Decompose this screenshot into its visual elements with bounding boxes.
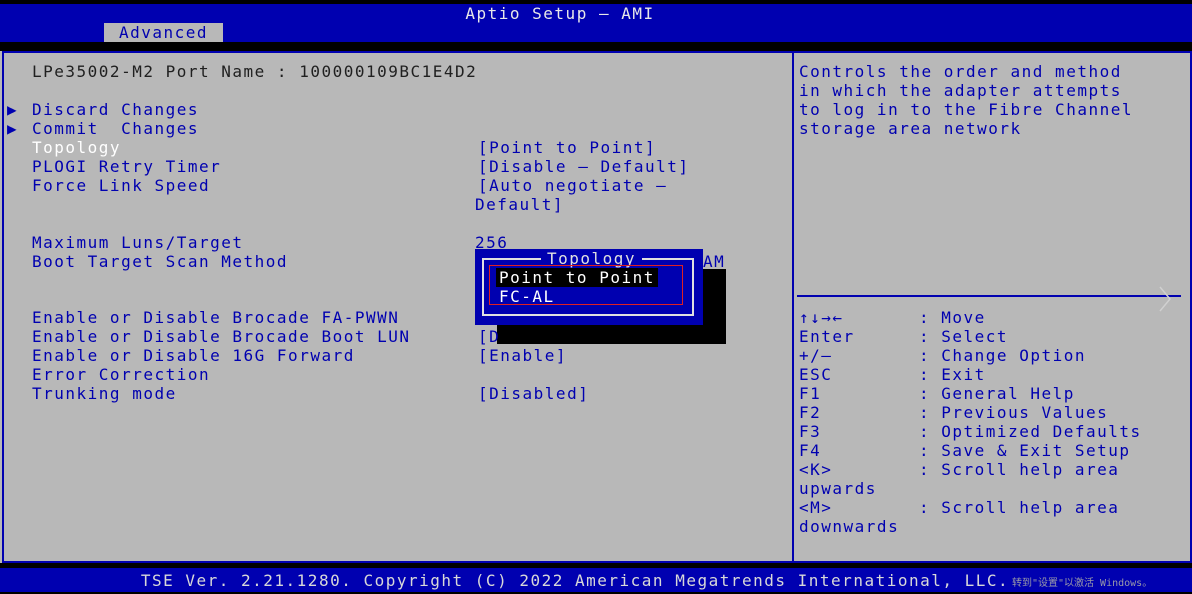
tab-advanced[interactable]: Advanced <box>104 23 223 42</box>
key-f1-desc: : General Help <box>919 384 1075 403</box>
topology-label[interactable]: Topology <box>32 138 121 157</box>
key-k-desc: : Scroll help area <box>919 460 1120 479</box>
option-point-to-point[interactable]: Point to Point <box>496 268 658 287</box>
discard-changes-item[interactable]: Discard Changes <box>32 100 199 119</box>
topology-value[interactable]: [Point to Point] <box>478 138 656 157</box>
option-fc-al[interactable]: FC-AL <box>499 287 555 306</box>
key-move: ↑↓→← <box>799 308 844 327</box>
key-change-desc: : Change Option <box>919 346 1086 365</box>
key-f3-desc: : Optimized Defaults <box>919 422 1142 441</box>
brocade-boot-lun-value[interactable]: [D <box>478 327 500 346</box>
trunking-mode-label[interactable]: Trunking mode <box>32 384 177 403</box>
submenu-arrow-icon: ▶ <box>7 100 19 119</box>
help-line: to log in to the Fibre Channel <box>799 100 1133 119</box>
submenu-arrow-icon: ▶ <box>7 119 19 138</box>
brocade-boot-lun-label[interactable]: Enable or Disable Brocade Boot LUN <box>32 327 411 346</box>
key-esc: ESC <box>799 365 833 384</box>
force-link-speed-value[interactable]: [Auto negotiate – <box>478 176 667 195</box>
boot-target-scan-label[interactable]: Boot Target Scan Method <box>32 252 288 271</box>
key-move-desc: : Move <box>919 308 986 327</box>
key-f1: F1 <box>799 384 822 403</box>
help-line: storage area network <box>799 119 1022 138</box>
key-enter-desc: : Select <box>919 327 1009 346</box>
activation-watermark: 转到"设置"以激活 Windows。 <box>1012 578 1153 589</box>
key-f2-desc: : Previous Values <box>919 403 1109 422</box>
app-title: Aptio Setup – AMI <box>465 4 655 23</box>
key-f3: F3 <box>799 422 822 441</box>
brocade-fa-pwwn-label[interactable]: Enable or Disable Brocade FA-PWWN <box>32 308 399 327</box>
help-line: Controls the order and method <box>799 62 1122 81</box>
trunking-mode-value[interactable]: [Disabled] <box>478 384 589 403</box>
key-enter: Enter <box>799 327 855 346</box>
key-change: +/– <box>799 346 833 365</box>
commit-changes-item[interactable]: Commit Changes <box>32 119 199 138</box>
key-k: <K> <box>799 460 833 479</box>
copyright-text: TSE Ver. 2.21.1280. Copyright (C) 2022 A… <box>140 571 1010 590</box>
key-f2: F2 <box>799 403 822 422</box>
key-f4-desc: : Save & Exit Setup <box>919 441 1131 460</box>
force-link-speed-value-cont: Default] <box>475 195 565 214</box>
key-k-desc-cont: upwards <box>799 479 877 498</box>
key-m-desc-cont: downwards <box>799 517 900 536</box>
help-line: in which the adapter attempts <box>799 81 1122 100</box>
plogi-retry-timer-label[interactable]: PLOGI Retry Timer <box>32 157 221 176</box>
port-name-label: LPe35002-M2 Port Name : 100000109BC1E4D2 <box>32 62 478 81</box>
key-m: <M> <box>799 498 833 517</box>
force-link-speed-label[interactable]: Force Link Speed <box>32 176 210 195</box>
plogi-retry-timer-value[interactable]: [Disable – Default] <box>478 157 690 176</box>
chevron-right-icon <box>1159 286 1171 312</box>
key-m-desc: : Scroll help area <box>919 498 1120 517</box>
key-esc-desc: : Exit <box>919 365 986 384</box>
key-f4: F4 <box>799 441 822 460</box>
16g-forward-value[interactable]: [Enable] <box>478 346 567 365</box>
max-luns-label[interactable]: Maximum Luns/Target <box>32 233 244 252</box>
16g-forward-label[interactable]: Enable or Disable 16G Forward <box>32 346 355 365</box>
error-correction-label[interactable]: Error Correction <box>32 365 210 384</box>
help-divider <box>797 295 1181 297</box>
